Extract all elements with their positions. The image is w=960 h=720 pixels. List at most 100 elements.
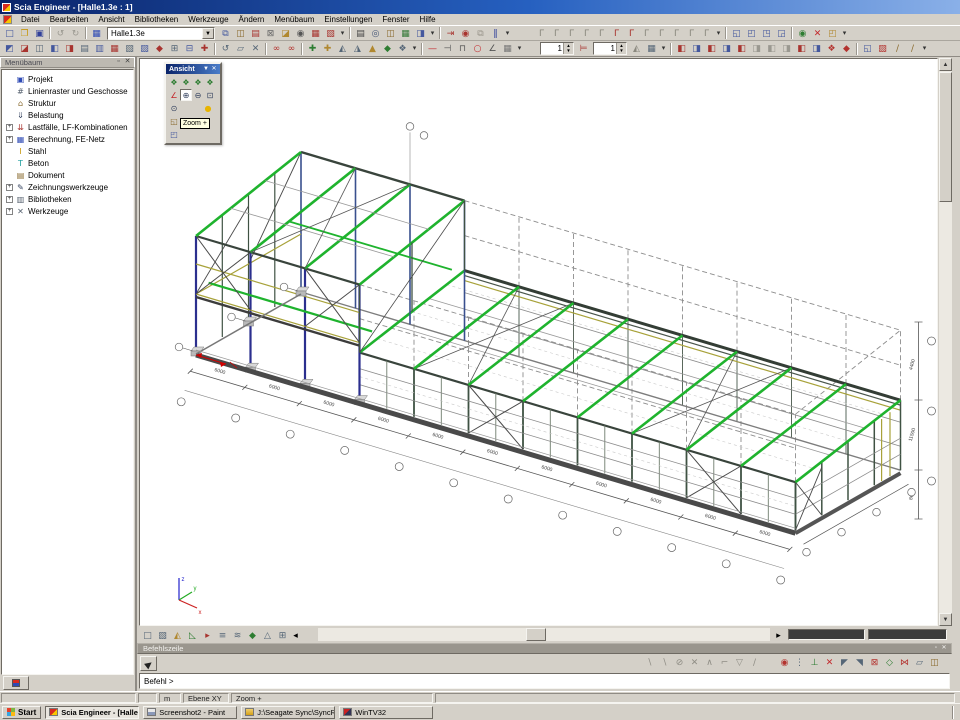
snap-peak-icon[interactable]: ∧ <box>702 656 717 669</box>
table-input-icon[interactable]: ▦ <box>308 27 323 40</box>
befehlszeile-titlebar[interactable]: Befehlszeile ▫ ✕ <box>137 643 952 654</box>
snap-perp-icon[interactable]: ⊥ <box>807 656 822 669</box>
snap-diamond-icon[interactable]: ◇ <box>882 656 897 669</box>
window-titlebar[interactable]: Scia Engineer - [Halle1.3e : 1] <box>0 0 960 14</box>
numeric-stepper-2[interactable]: ▲▼ <box>593 42 627 55</box>
view-axo-2-icon[interactable]: ❖ <box>180 76 192 88</box>
taskbar-task-tv[interactable]: WinTV32 <box>339 706 433 719</box>
pin-icon[interactable]: ▫ <box>932 644 940 653</box>
menu-item-einstellungen[interactable]: Einstellungen <box>319 14 377 26</box>
start-button[interactable]: Start <box>2 706 41 719</box>
load-case-10-icon[interactable]: ◨ <box>809 42 824 55</box>
volumes-mode-icon[interactable]: ◭ <box>170 629 185 642</box>
window-tile-icon[interactable]: ◰ <box>744 27 759 40</box>
sidebar-item-dokument[interactable]: ▤Dokument <box>6 169 133 181</box>
undo-icon[interactable]: ↺ <box>53 27 68 40</box>
supports-toggle-icon[interactable]: ◺ <box>185 629 200 642</box>
activity-2-icon[interactable]: Γ <box>549 27 564 40</box>
select-hinge-icon[interactable]: ▦ <box>107 42 122 55</box>
deselect-icon[interactable]: ✕ <box>248 42 263 55</box>
lightbulb-icon-icon[interactable]: ● <box>202 102 214 114</box>
expand-icon[interactable]: + <box>6 196 13 203</box>
close-icon[interactable]: ✕ <box>210 65 218 74</box>
shaded-mode-icon[interactable]: ▧ <box>155 629 170 642</box>
snap-plane-icon[interactable]: ◫ <box>927 656 942 669</box>
taskbar-task-scia[interactable]: Scia Engineer - [Halle... <box>45 706 139 719</box>
expand-icon[interactable]: + <box>6 208 13 215</box>
zoom-window-icon[interactable]: ⊡ <box>204 89 216 101</box>
labels-toggle-icon[interactable]: ≡ <box>215 629 230 642</box>
select-member-icon[interactable]: ◪ <box>17 42 32 55</box>
sidebar-item-beton[interactable]: TBeton <box>6 157 133 169</box>
numeric-stepper-1[interactable]: ▲▼ <box>540 42 574 55</box>
sidebar-item-belastung[interactable]: ⇓Belastung <box>6 109 133 121</box>
load-case-3-icon[interactable]: ◧ <box>704 42 719 55</box>
select-all-icon[interactable]: ✚ <box>197 42 212 55</box>
close-icon[interactable]: ✕ <box>123 58 132 67</box>
expand-icon[interactable]: + <box>6 136 13 143</box>
scale-up-icon[interactable]: ◭ <box>629 42 644 55</box>
array-tool-icon[interactable]: ❖ <box>395 42 410 55</box>
print-icon[interactable]: ▤ <box>353 27 368 40</box>
delete-tool-icon[interactable]: ✕ <box>810 27 825 40</box>
scroll-left-icon[interactable]: ◂ <box>290 629 301 642</box>
loads-toggle-icon[interactable]: ▸ <box>200 629 215 642</box>
snap-line-icon[interactable]: ∖ <box>642 656 657 669</box>
snap-edge-icon[interactable]: ⌐ <box>717 656 732 669</box>
menu-item-bearbeiten[interactable]: Bearbeiten <box>45 14 94 26</box>
activity-8-icon[interactable]: Γ <box>639 27 654 40</box>
snap-diag-icon[interactable]: ∕ <box>747 656 762 669</box>
stepper-arrows-icon[interactable]: ▲▼ <box>616 43 626 54</box>
copy-tool-icon[interactable]: ✚ <box>320 42 335 55</box>
chevron-down-icon[interactable]: ▾ <box>410 42 419 55</box>
drawing-area[interactable]: 6000600060006000600060006000600060006000… <box>139 58 938 626</box>
rendering-toggle-icon[interactable]: ◆ <box>245 629 260 642</box>
menu-item-ansicht[interactable]: Ansicht <box>93 14 129 26</box>
document-icon[interactable]: ◫ <box>383 27 398 40</box>
pin-icon[interactable]: ▫ <box>114 58 123 67</box>
snap-intersect-icon[interactable]: ✕ <box>687 656 702 669</box>
select-previous-icon[interactable]: ↺ <box>218 42 233 55</box>
picture-export-icon[interactable]: ▤ <box>248 27 263 40</box>
menu-item-menbaum[interactable]: Menübaum <box>269 14 319 26</box>
snap-face-icon[interactable]: ▽ <box>732 656 747 669</box>
unit-info-icon[interactable]: ‖ <box>488 27 503 40</box>
vertical-scrollbar[interactable]: ▲ ▼ <box>939 58 952 626</box>
command-input[interactable]: Befehl > <box>139 673 950 689</box>
horizontal-scroll-thumb[interactable] <box>526 628 546 641</box>
chevron-down-icon[interactable]: ▾ <box>428 27 437 40</box>
activity-12-icon[interactable]: Γ <box>699 27 714 40</box>
scroll-right-icon[interactable]: ▸ <box>773 629 784 642</box>
snap-box-icon[interactable]: ⊠ <box>867 656 882 669</box>
draw-line-icon[interactable]: — <box>425 42 440 55</box>
select-storey-icon[interactable]: ⊟ <box>182 42 197 55</box>
gallery-icon[interactable]: ▦ <box>398 27 413 40</box>
snap-midpoint-icon[interactable]: ◉ <box>777 656 792 669</box>
view-axo-4-icon[interactable]: ❖ <box>204 76 216 88</box>
rotate-tool-icon[interactable]: ◮ <box>350 42 365 55</box>
chevron-down-icon[interactable]: ▾ <box>515 42 524 55</box>
draw-rectangle-icon[interactable]: ⊓ <box>455 42 470 55</box>
sidebar-item-werkzeuge[interactable]: +✕Werkzeuge <box>6 205 133 217</box>
calc-check-2-icon[interactable]: ∕ <box>905 42 920 55</box>
draw-grid-icon[interactable]: ▦ <box>500 42 515 55</box>
model-3d-view[interactable]: 6000600060006000600060006000600060006000… <box>140 59 939 627</box>
table-results-icon[interactable]: ▧ <box>323 27 338 40</box>
project-combobox[interactable]: Halle1.3e ▼ <box>107 27 215 40</box>
snap-corner-2-icon[interactable]: ◥ <box>852 656 867 669</box>
chevron-down-icon[interactable]: ▾ <box>338 27 347 40</box>
chevron-down-icon[interactable]: ▼ <box>202 65 210 74</box>
activity-3-icon[interactable]: Γ <box>564 27 579 40</box>
scale-tool-icon[interactable]: ▲ <box>365 42 380 55</box>
perspective-toggle-icon[interactable]: ◰ <box>168 128 180 140</box>
zoom-in-icon[interactable]: ⊕ <box>180 89 192 101</box>
activity-6-icon[interactable]: Γ <box>609 27 624 40</box>
snap-bowtie-icon[interactable]: ⋈ <box>897 656 912 669</box>
select-opening-icon[interactable]: ◨ <box>62 42 77 55</box>
select-dimension-icon[interactable]: ▨ <box>137 42 152 55</box>
window-tile-h-icon[interactable]: ◳ <box>759 27 774 40</box>
sidebar-item-struktur[interactable]: ⌂Struktur <box>6 97 133 109</box>
ansicht-palette[interactable]: Ansicht ▼ ✕ Zoom + ❖❖❖❖∠⊕⊖⊡⊙●◱◲▥◰ <box>164 62 222 145</box>
wireframe-mode-icon[interactable]: □ <box>140 629 155 642</box>
sidebar-item-zeichnungswerkzeuge[interactable]: +✎Zeichnungswerkzeuge <box>6 181 133 193</box>
